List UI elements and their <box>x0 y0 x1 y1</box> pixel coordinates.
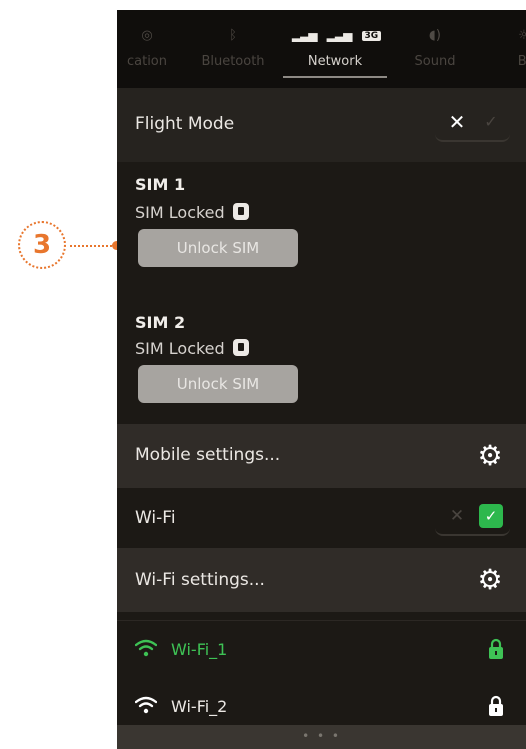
gear-icon[interactable]: ⚙ <box>476 442 504 470</box>
signal-icon: ▂▃▅ ▂▃▅ 3G <box>283 28 387 43</box>
tab-brightness[interactable]: ☼ Bl <box>499 10 526 88</box>
sim2-status: SIM Locked <box>135 339 249 358</box>
tab-sound[interactable]: ◖) Sound <box>393 10 477 88</box>
off-x-icon[interactable]: ✕ <box>443 502 471 530</box>
gear-icon[interactable]: ⚙ <box>476 566 504 594</box>
location-icon: ◎ <box>141 28 153 43</box>
wifi-toggle[interactable]: ✕ ✓ <box>435 500 510 536</box>
phone-screen: ◎ cation ᛒ Bluetooth ▂▃▅ ▂▃▅ 3G Network … <box>117 10 526 749</box>
sim2-title: SIM 2 <box>135 313 186 332</box>
sim1-status-text: SIM Locked <box>135 203 225 222</box>
sim2-unlock-button[interactable]: Unlock SIM <box>138 365 298 403</box>
mobile-settings-row[interactable]: Mobile settings... ⚙ <box>117 424 526 488</box>
network-type-badge: 3G <box>361 31 382 41</box>
lock-icon <box>489 695 503 716</box>
tab-label: cation <box>126 54 167 69</box>
network-item-wifi-2[interactable]: Wi-Fi_2 <box>117 685 526 729</box>
divider <box>117 620 526 621</box>
mobile-settings-label: Mobile settings... <box>135 445 281 465</box>
bluetooth-icon: ᛒ <box>229 28 237 43</box>
network-item-wifi-1[interactable]: Wi-Fi_1 <box>117 628 526 672</box>
tab-label: Bl <box>517 54 526 69</box>
tab-label: Bluetooth <box>201 54 265 69</box>
off-x-icon[interactable]: ✕ <box>443 108 471 136</box>
sim1-unlock-button[interactable]: Unlock SIM <box>138 229 298 267</box>
sim1-signal-icon: ▂▃▅ <box>291 28 318 42</box>
flight-mode-row: Flight Mode ✕ ✓ <box>117 88 526 162</box>
lock-icon <box>232 339 249 356</box>
on-check-icon[interactable]: ✓ <box>479 504 503 528</box>
sim2-status-text: SIM Locked <box>135 339 225 358</box>
sim1-title: SIM 1 <box>135 175 186 194</box>
active-tab-indicator <box>283 76 387 78</box>
wifi-signal-icon <box>135 696 157 714</box>
on-check-icon[interactable]: ✓ <box>477 108 505 136</box>
flight-mode-toggle[interactable]: ✕ ✓ <box>435 106 510 142</box>
callout-marker: 3 <box>18 221 68 271</box>
lock-icon <box>489 638 503 659</box>
brightness-icon: ☼ <box>518 28 526 43</box>
tab-location[interactable]: ◎ cation <box>117 10 189 88</box>
wifi-row: Wi-Fi ✕ ✓ <box>117 488 526 548</box>
wifi-label: Wi-Fi <box>135 508 176 528</box>
wifi-settings-label: Wi-Fi settings... <box>135 570 265 590</box>
callout-number: 3 <box>32 230 52 260</box>
tab-bluetooth[interactable]: ᛒ Bluetooth <box>191 10 275 88</box>
network-name: Wi-Fi_1 <box>171 640 228 659</box>
lock-icon <box>232 203 249 220</box>
sim1-status: SIM Locked <box>135 203 249 222</box>
speaker-icon: ◖) <box>429 28 441 43</box>
callout-leader-line <box>70 245 116 247</box>
wifi-settings-row[interactable]: Wi-Fi settings... ⚙ <box>117 548 526 612</box>
sim2-signal-icon: ▂▃▅ <box>326 28 353 42</box>
settings-tab-bar: ◎ cation ᛒ Bluetooth ▂▃▅ ▂▃▅ 3G Network … <box>117 10 526 88</box>
network-name: Wi-Fi_2 <box>171 697 228 716</box>
tab-label: Network <box>307 54 363 69</box>
tab-label: Sound <box>414 54 456 69</box>
wifi-signal-icon <box>135 639 157 657</box>
pulley-handle[interactable]: • • • <box>117 725 526 749</box>
flight-mode-label: Flight Mode <box>135 114 235 134</box>
